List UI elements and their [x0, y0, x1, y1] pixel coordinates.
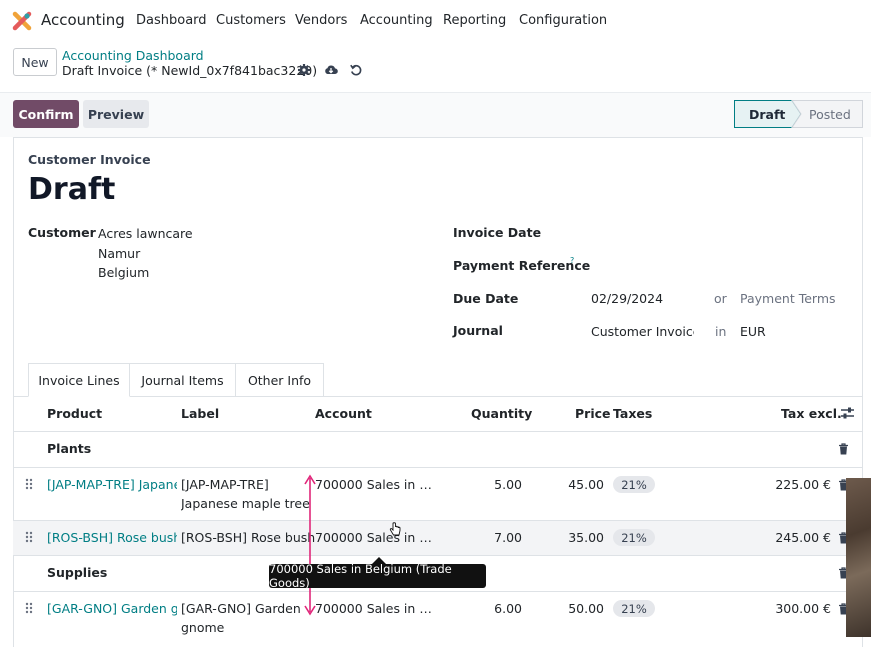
column-tax-excl[interactable]: Tax excl. — [781, 406, 842, 421]
row-label-cont[interactable]: gnome — [181, 620, 224, 635]
menu-vendors[interactable]: Vendors — [295, 13, 347, 28]
section-supplies[interactable]: Supplies — [47, 565, 107, 580]
tax-badge[interactable]: 21% — [613, 529, 655, 546]
invoice-date-field[interactable] — [590, 222, 850, 242]
tax-badge[interactable]: 21% — [613, 476, 655, 493]
row-subtotal: 245.00 € — [775, 530, 831, 545]
drag-handle-icon[interactable] — [25, 531, 33, 543]
customer-country: Belgium — [98, 265, 150, 280]
menu-accounting[interactable]: Accounting — [360, 13, 433, 28]
row-price[interactable]: 50.00 — [552, 601, 604, 616]
row-divider — [13, 555, 863, 556]
column-account[interactable]: Account — [315, 406, 372, 421]
customer-city: Namur — [98, 246, 141, 261]
row-product[interactable]: [GAR-GNO] Garden gnome — [47, 601, 177, 616]
due-date-field[interactable]: 02/29/2024 — [591, 291, 663, 306]
drag-handle-icon[interactable] — [25, 478, 33, 490]
drag-handle-icon[interactable] — [25, 602, 33, 614]
row-subtotal: 300.00 € — [775, 601, 831, 616]
row-label[interactable]: [JAP-MAP-TRE] — [181, 477, 269, 492]
breadcrumb-current: Draft Invoice (* NewId_0x7f841bac3220) — [62, 63, 318, 78]
payment-reference-field[interactable] — [590, 255, 850, 275]
help-tooltip-icon[interactable]: ? — [570, 256, 574, 265]
tab-journal-items[interactable]: Journal Items — [130, 363, 236, 397]
row-label-cont[interactable]: Japanese maple tree — [181, 496, 310, 511]
status-posted[interactable]: Posted — [809, 107, 851, 122]
menu-dashboard[interactable]: Dashboard — [136, 13, 207, 28]
due-date-label: Due Date — [453, 291, 519, 306]
menu-reporting[interactable]: Reporting — [443, 13, 506, 28]
row-label[interactable]: [ROS-BSH] Rose bush — [181, 530, 315, 545]
customer-label: Customer — [28, 225, 96, 240]
customer-name[interactable]: Acres lawncare — [98, 226, 193, 241]
row-product[interactable]: [ROS-BSH] Rose bush — [47, 530, 177, 545]
journal-label: Journal — [453, 323, 503, 338]
row-account[interactable]: 700000 Sales in Belgium (Trade Goods) — [315, 477, 439, 492]
drag-arrow-icon — [304, 474, 316, 616]
row-price[interactable]: 35.00 — [552, 530, 604, 545]
preview-button[interactable]: Preview — [83, 100, 149, 128]
status-draft[interactable]: Draft — [749, 107, 785, 122]
confirm-button[interactable]: Confirm — [13, 100, 79, 128]
tab-other-info[interactable]: Other Info — [236, 363, 324, 397]
row-quantity[interactable]: 7.00 — [470, 530, 522, 545]
column-price[interactable]: Price — [575, 406, 611, 421]
cloud-save-icon[interactable] — [324, 63, 338, 77]
menu-customers[interactable]: Customers — [216, 13, 286, 28]
column-taxes[interactable]: Taxes — [613, 406, 652, 421]
journal-field[interactable]: Customer Invoices — [591, 324, 694, 339]
currency-field[interactable]: EUR — [740, 324, 766, 339]
row-quantity[interactable]: 5.00 — [470, 477, 522, 492]
row-quantity[interactable]: 6.00 — [470, 601, 522, 616]
background-photo — [846, 478, 871, 637]
column-quantity[interactable]: Quantity — [471, 406, 532, 421]
row-account[interactable]: 700000 Sales in Belgium (Trade Goods) — [315, 601, 439, 616]
top-navbar: Accounting Dashboard Customers Vendors A… — [0, 0, 871, 42]
or-text: or — [714, 291, 727, 306]
in-text: in — [715, 324, 727, 339]
payment-terms-field[interactable]: Payment Terms — [740, 291, 836, 306]
invoice-state-title: Draft — [28, 172, 116, 207]
tax-badge[interactable]: 21% — [613, 600, 655, 617]
app-name[interactable]: Accounting — [41, 11, 125, 29]
row-subtotal: 225.00 € — [775, 477, 831, 492]
account-tooltip: 700000 Sales in Belgium (Trade Goods) — [269, 562, 486, 590]
header-divider — [13, 431, 863, 432]
discard-undo-icon[interactable] — [349, 63, 363, 77]
invoice-type: Customer Invoice — [28, 152, 151, 167]
new-button[interactable]: New — [13, 48, 57, 76]
tab-invoice-lines[interactable]: Invoice Lines — [28, 363, 130, 397]
section-plants[interactable]: Plants — [47, 441, 91, 456]
column-settings-icon[interactable] — [840, 406, 855, 420]
row-price[interactable]: 45.00 — [552, 477, 604, 492]
table-row[interactable] — [13, 468, 863, 520]
invoice-date-label: Invoice Date — [453, 225, 542, 240]
column-label[interactable]: Label — [181, 406, 219, 421]
row-account[interactable]: 700000 Sales in Belgium (Trade Goods) — [315, 530, 439, 545]
trash-icon[interactable] — [838, 443, 849, 455]
gear-icon[interactable] — [297, 63, 311, 77]
breadcrumb-parent-link[interactable]: Accounting Dashboard — [62, 48, 204, 63]
menu-configuration[interactable]: Configuration — [519, 13, 607, 28]
accounting-app-icon[interactable] — [12, 11, 32, 31]
hand-cursor-icon — [389, 522, 401, 536]
column-product[interactable]: Product — [47, 406, 102, 421]
row-product[interactable]: [JAP-MAP-TRE] Japanese maple tree — [47, 477, 177, 492]
row-label[interactable]: [GAR-GNO] Garden — [181, 601, 301, 616]
